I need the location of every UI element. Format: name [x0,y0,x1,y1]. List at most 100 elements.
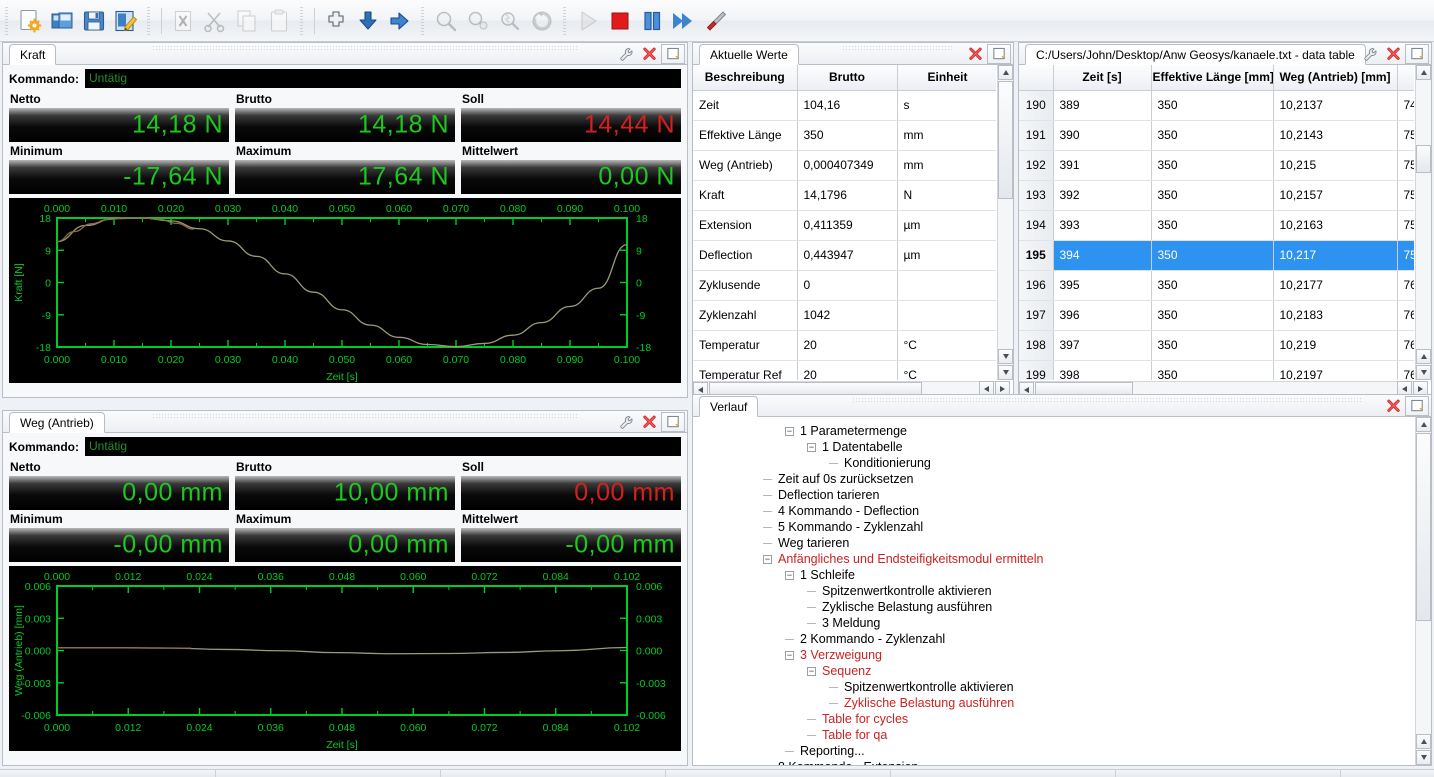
scroll-down-button-2[interactable] [998,365,1013,380]
scroll-thumb[interactable] [998,81,1013,199]
tree-node[interactable]: −1 Datentabelle [693,439,1414,455]
cell-col4[interactable]: 754 [1397,180,1414,211]
cell-zeit[interactable]: 392 [1053,180,1152,211]
cell-einheit[interactable]: °C [897,360,996,380]
tree-node[interactable]: 3 Meldung [693,615,1414,631]
cell-weg[interactable]: 10,2137 [1273,90,1398,121]
cell-beschreibung[interactable]: Effektive Länge [693,120,798,151]
undock-panel-icon[interactable] [661,44,685,64]
cell-weg[interactable]: 10,215 [1273,150,1398,181]
table-row[interactable]: 19239135010,215752 [1019,150,1414,181]
cell-zeit[interactable]: 394 [1053,240,1152,271]
tree-node[interactable]: 2 Kommando - Zyklenzahl [693,631,1414,647]
table-row[interactable]: 19839735010,219766 [1019,330,1414,361]
column-header[interactable]: Effektive Länge [mm] [1151,65,1274,91]
edit-document-button[interactable] [111,6,141,36]
cell-zeit[interactable]: 389 [1053,90,1152,121]
cell-laenge[interactable]: 350 [1151,300,1274,331]
cell-laenge[interactable]: 350 [1151,330,1274,361]
tree-node[interactable]: Zyklische Belastung ausführen [693,599,1414,615]
cell-col4[interactable]: 750 [1397,120,1414,151]
close-x-icon[interactable] [1382,396,1404,416]
table-row[interactable]: 19038935010,2137747 [1019,90,1414,121]
row-index[interactable]: 195 [1019,240,1054,271]
dock-grip[interactable] [853,398,1361,403]
close-x-icon[interactable] [638,44,660,64]
cell-brutto[interactable]: 20 [797,330,898,361]
cell-weg[interactable]: 10,219 [1273,330,1398,361]
scroll-thumb[interactable] [1416,145,1431,173]
pause-button[interactable] [637,6,667,36]
undock-panel-icon[interactable] [661,412,685,432]
toolbar-grip-2[interactable] [298,6,307,35]
tab-kraft[interactable]: Kraft [9,44,57,65]
row-index[interactable]: 190 [1019,90,1054,121]
row-index[interactable]: 196 [1019,270,1054,301]
cell-laenge[interactable]: 350 [1151,90,1274,121]
tree-node[interactable]: 4 Kommando - Deflection [693,503,1414,519]
cell-col4[interactable]: 757 [1397,210,1414,241]
close-x-icon[interactable] [1382,44,1404,64]
toolbar-grip-4[interactable] [561,6,570,35]
tab-weg-antrieb[interactable]: Weg (Antrieb) [9,412,105,433]
tools-button[interactable] [701,6,731,36]
tree-node[interactable]: 5 Kommando - Zyklenzahl [693,519,1414,535]
tree-node[interactable]: − Sequenz [693,663,1414,679]
tree-node[interactable]: Konditionierung [693,455,1414,471]
save-document-button[interactable] [79,6,109,36]
scroll-up-button-2[interactable] [1416,734,1431,749]
cell-col4[interactable]: 766 [1397,330,1414,361]
column-header[interactable] [1397,65,1414,91]
undock-panel-icon[interactable] [1405,396,1429,416]
cell-einheit[interactable]: mm [897,150,996,181]
table-row[interactable]: Extension 0,411359 µm [693,210,996,241]
cell-einheit[interactable]: µm [897,240,996,271]
cell-zeit[interactable]: 398 [1053,360,1152,380]
dock-grip[interactable] [153,414,577,419]
table-row[interactable]: 19139035010,2143750 [1019,120,1414,151]
table-row[interactable]: Zyklenzahl 1042 [693,300,996,331]
cell-laenge[interactable]: 350 [1151,360,1274,380]
cell-zeit[interactable]: 397 [1053,330,1152,361]
row-index-header[interactable] [1019,65,1054,91]
column-header[interactable]: Weg (Antrieb) [mm] [1273,65,1398,91]
open-document-button[interactable] [47,6,77,36]
cell-beschreibung[interactable]: Zyklenzahl [693,300,798,331]
table-row[interactable]: Zeit 104,16 s [693,90,996,121]
column-header[interactable]: Einheit [897,65,996,91]
scroll-down-button-2[interactable] [1416,365,1431,380]
table-row[interactable]: 19939835010,2197768 [1019,360,1414,380]
scroll-up-button[interactable] [1416,417,1431,432]
cell-weg[interactable]: 10,2177 [1273,270,1398,301]
scroll-down-button[interactable] [1416,349,1431,364]
cell-col4[interactable]: 747 [1397,90,1414,121]
column-header[interactable]: Beschreibung [693,65,798,91]
cell-zeit[interactable]: 393 [1053,210,1152,241]
cell-einheit[interactable]: µm [897,210,996,241]
tree-node[interactable]: Spitzenwertkontrolle aktivieren [693,583,1414,599]
cell-beschreibung[interactable]: Weg (Antrieb) [693,150,798,181]
cell-brutto[interactable]: 20 [797,360,898,380]
scroll-up-button[interactable] [998,65,1013,80]
close-x-icon[interactable] [638,412,660,432]
cell-brutto[interactable]: 0 [797,270,898,301]
new-document-button[interactable] [15,6,45,36]
cell-zeit[interactable]: 395 [1053,270,1152,301]
send-button[interactable] [385,6,415,36]
tab-verlauf[interactable]: Verlauf [699,396,759,417]
cell-weg[interactable]: 10,217 [1273,240,1398,271]
cell-laenge[interactable]: 350 [1151,180,1274,211]
cell-weg[interactable]: 10,2197 [1273,360,1398,380]
cell-brutto[interactable]: 1042 [797,300,898,331]
scroll-down-button[interactable] [998,349,1013,364]
cell-brutto[interactable]: 14,1796 [797,180,898,211]
tree-node[interactable]: Zyklische Belastung ausführen [693,695,1414,711]
cell-brutto[interactable]: 0,000407349 [797,150,898,181]
cell-col4[interactable]: 768 [1397,360,1414,380]
wrench-icon[interactable] [615,44,637,64]
dock-grip[interactable] [153,46,577,51]
cell-brutto[interactable]: 104,16 [797,90,898,121]
kraft-chart[interactable]: 0.000 0.000 0.010 0.010 0.020 0.020 0.030 0.030… [9,198,681,383]
stop-button[interactable] [605,6,635,36]
table-row[interactable]: Effektive Länge 350 mm [693,120,996,151]
